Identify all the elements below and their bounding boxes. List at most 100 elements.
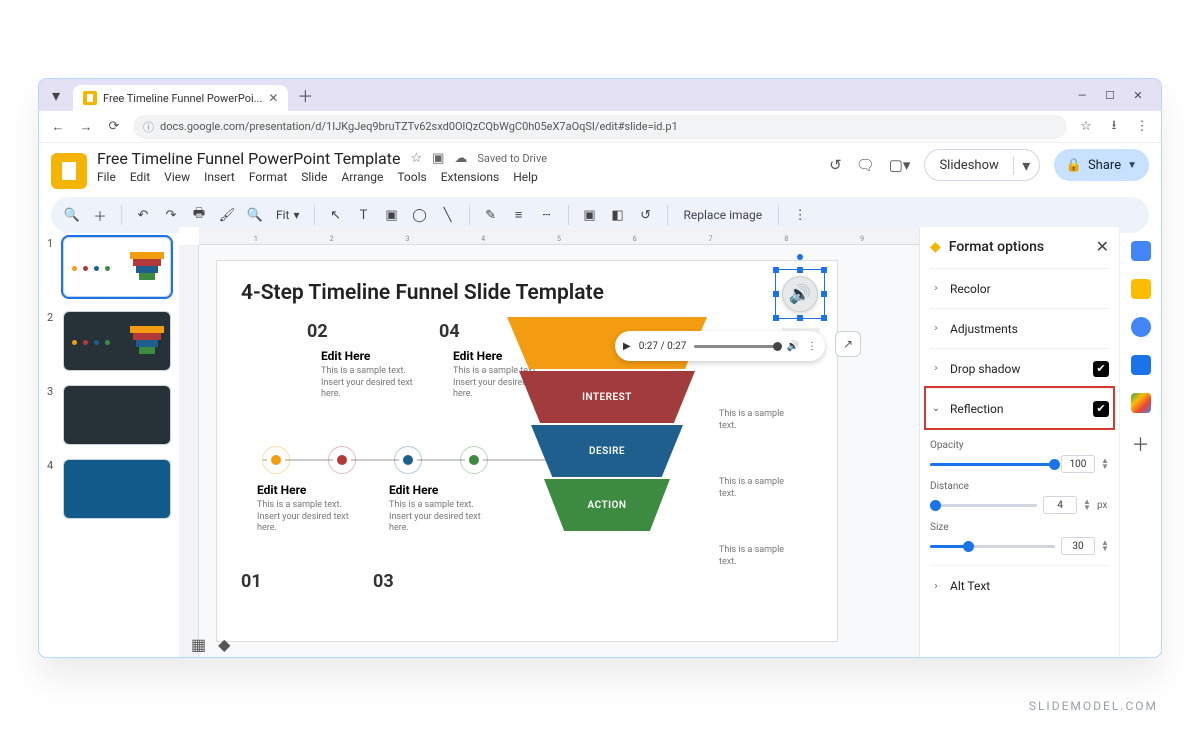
get-addons-icon[interactable]: ＋ [1132,431,1150,457]
slide-title[interactable]: 4-Step Timeline Funnel Slide Template [217,261,837,305]
tasks-addon-icon[interactable] [1131,317,1151,337]
option-recolor[interactable]: › Recolor [930,268,1109,308]
menu-format[interactable]: Format [249,170,287,184]
distance-value[interactable]: 4 [1043,496,1077,514]
cloud-icon[interactable]: ☁ [454,151,467,166]
zoom-tool-icon[interactable]: 🔍 [244,204,266,226]
funnel-segment-3[interactable]: DESIRE [531,425,683,477]
mask-icon[interactable]: ◧ [607,204,629,226]
menu-help[interactable]: Help [513,170,538,184]
menu-edit[interactable]: Edit [130,170,150,184]
funnel-segment-2[interactable]: INTEREST [519,371,695,423]
window-minimize-icon[interactable]: — [1075,89,1089,102]
stepper-icon[interactable]: ▲▼ [1101,458,1109,470]
explore-icon[interactable]: ◆ [218,635,230,654]
meet-icon[interactable]: ▢▾ [889,156,911,174]
new-slide-icon[interactable]: ＋ [89,204,111,226]
audio-more-icon[interactable]: ⋮ [807,341,817,352]
audio-object-selected[interactable]: 🔊 [775,269,825,319]
resize-handle[interactable] [773,315,779,321]
slideshow-dropdown-icon[interactable]: ▾ [1013,156,1039,175]
label-03[interactable]: 03 [373,571,394,592]
more-tools-icon[interactable]: ⋮ [789,204,811,226]
keep-addon-icon[interactable] [1131,279,1151,299]
shape-icon[interactable]: ◯ [409,204,431,226]
share-dropdown-icon[interactable]: ▼ [1127,160,1137,171]
resize-handle[interactable] [797,315,803,321]
timeline-dot-1[interactable] [267,451,285,469]
slide-thumb-2[interactable]: 2 [47,311,171,371]
slide-canvas[interactable]: 4-Step Timeline Funnel Slide Template 02… [217,261,837,641]
close-panel-icon[interactable]: ✕ [1096,237,1109,256]
browser-menu-icon[interactable]: ⋮ [1133,119,1151,134]
nav-forward-icon[interactable]: → [77,119,95,135]
zoom-select[interactable]: Fit▾ [272,208,304,222]
contacts-addon-icon[interactable] [1131,355,1151,375]
slideshow-button[interactable]: Slideshow ▾ [924,149,1039,181]
bookmark-star-icon[interactable]: ☆ [1077,119,1095,134]
grid-view-icon[interactable]: ▦ [191,635,206,654]
resize-handle[interactable] [797,267,803,273]
maps-addon-icon[interactable] [1131,393,1151,413]
border-dash-icon[interactable]: ┄ [536,204,558,226]
window-maximize-icon[interactable]: ☐ [1103,89,1117,102]
menu-insert[interactable]: Insert [204,170,235,184]
size-slider[interactable] [930,545,1055,548]
menu-tools[interactable]: Tools [397,170,426,184]
slide-thumb-4[interactable]: 4 [47,459,171,519]
share-button[interactable]: 🔒 Share ▼ [1054,149,1149,181]
menu-file[interactable]: File [97,170,116,184]
edit-block-1[interactable]: Edit HereThis is a sample text. Insert y… [257,483,367,535]
option-reflection[interactable]: ⌄ Reflection ✔ [926,388,1113,428]
funnel-segment-4[interactable]: ACTION [544,479,670,531]
opacity-value[interactable]: 100 [1061,455,1095,473]
funnel-side-2[interactable]: This is a sample text. [719,409,789,432]
window-close-icon[interactable]: ✕ [1131,89,1145,102]
browser-tab[interactable]: Free Timeline Funnel PowerPoi... ✕ [73,85,288,111]
label-04[interactable]: 04 [439,321,460,342]
timeline-dot-2[interactable] [333,451,351,469]
stepper-icon[interactable]: ▲▼ [1101,540,1109,552]
document-title[interactable]: Free Timeline Funnel PowerPoint Template [97,149,400,168]
menu-slide[interactable]: Slide [301,170,327,184]
funnel-side-3[interactable]: This is a sample text. [719,477,789,500]
option-adjustments[interactable]: › Adjustments [930,308,1109,348]
border-color-icon[interactable]: ✎ [480,204,502,226]
resize-handle[interactable] [821,267,827,273]
label-01[interactable]: 01 [241,571,262,592]
option-alt-text[interactable]: › Alt Text [930,566,1109,606]
resize-handle[interactable] [821,315,827,321]
image-icon[interactable]: ▣ [381,204,403,226]
resize-handle[interactable] [773,267,779,273]
replace-image-button[interactable]: Replace image [678,208,769,222]
undo-icon[interactable]: ↶ [132,204,154,226]
nav-back-icon[interactable]: ← [49,119,67,135]
rotate-handle[interactable] [797,254,803,260]
volume-icon[interactable]: 🔊 [787,341,799,352]
tab-close-icon[interactable]: ✕ [268,91,278,105]
search-menu-icon[interactable]: 🔍 [61,204,83,226]
slides-logo-icon[interactable] [51,153,87,189]
audio-progress[interactable] [694,345,778,348]
select-icon[interactable]: ↖ [325,204,347,226]
address-bar[interactable]: ⓘ docs.google.com/presentation/d/1IJKgJe… [133,115,1067,139]
redo-icon[interactable]: ↷ [160,204,182,226]
move-icon[interactable]: ▣ [432,151,444,166]
nav-reload-icon[interactable]: ⟳ [105,119,123,134]
history-icon[interactable]: ↺ [829,156,842,174]
open-external-icon[interactable]: ↗ [835,331,861,357]
slide-thumb-1[interactable]: 1 [47,237,171,297]
edit-block-2[interactable]: Edit HereThis is a sample text. Insert y… [321,349,431,401]
tabs-expand-icon[interactable]: ▾ [45,84,67,106]
play-icon[interactable]: ▶ [623,341,631,352]
paint-format-icon[interactable]: 🖌 [216,204,238,226]
audio-player[interactable]: ▶ 0:27 / 0:27 🔊 ⋮ [615,331,825,361]
comments-icon[interactable]: 🗨 [856,156,875,174]
menu-arrange[interactable]: Arrange [341,170,383,184]
stepper-icon[interactable]: ▲▼ [1083,499,1091,511]
timeline-dot-4[interactable] [465,451,483,469]
crop-icon[interactable]: ▣ [579,204,601,226]
slide-thumb-3[interactable]: 3 [47,385,171,445]
menu-view[interactable]: View [164,170,190,184]
reset-image-icon[interactable]: ↺ [635,204,657,226]
